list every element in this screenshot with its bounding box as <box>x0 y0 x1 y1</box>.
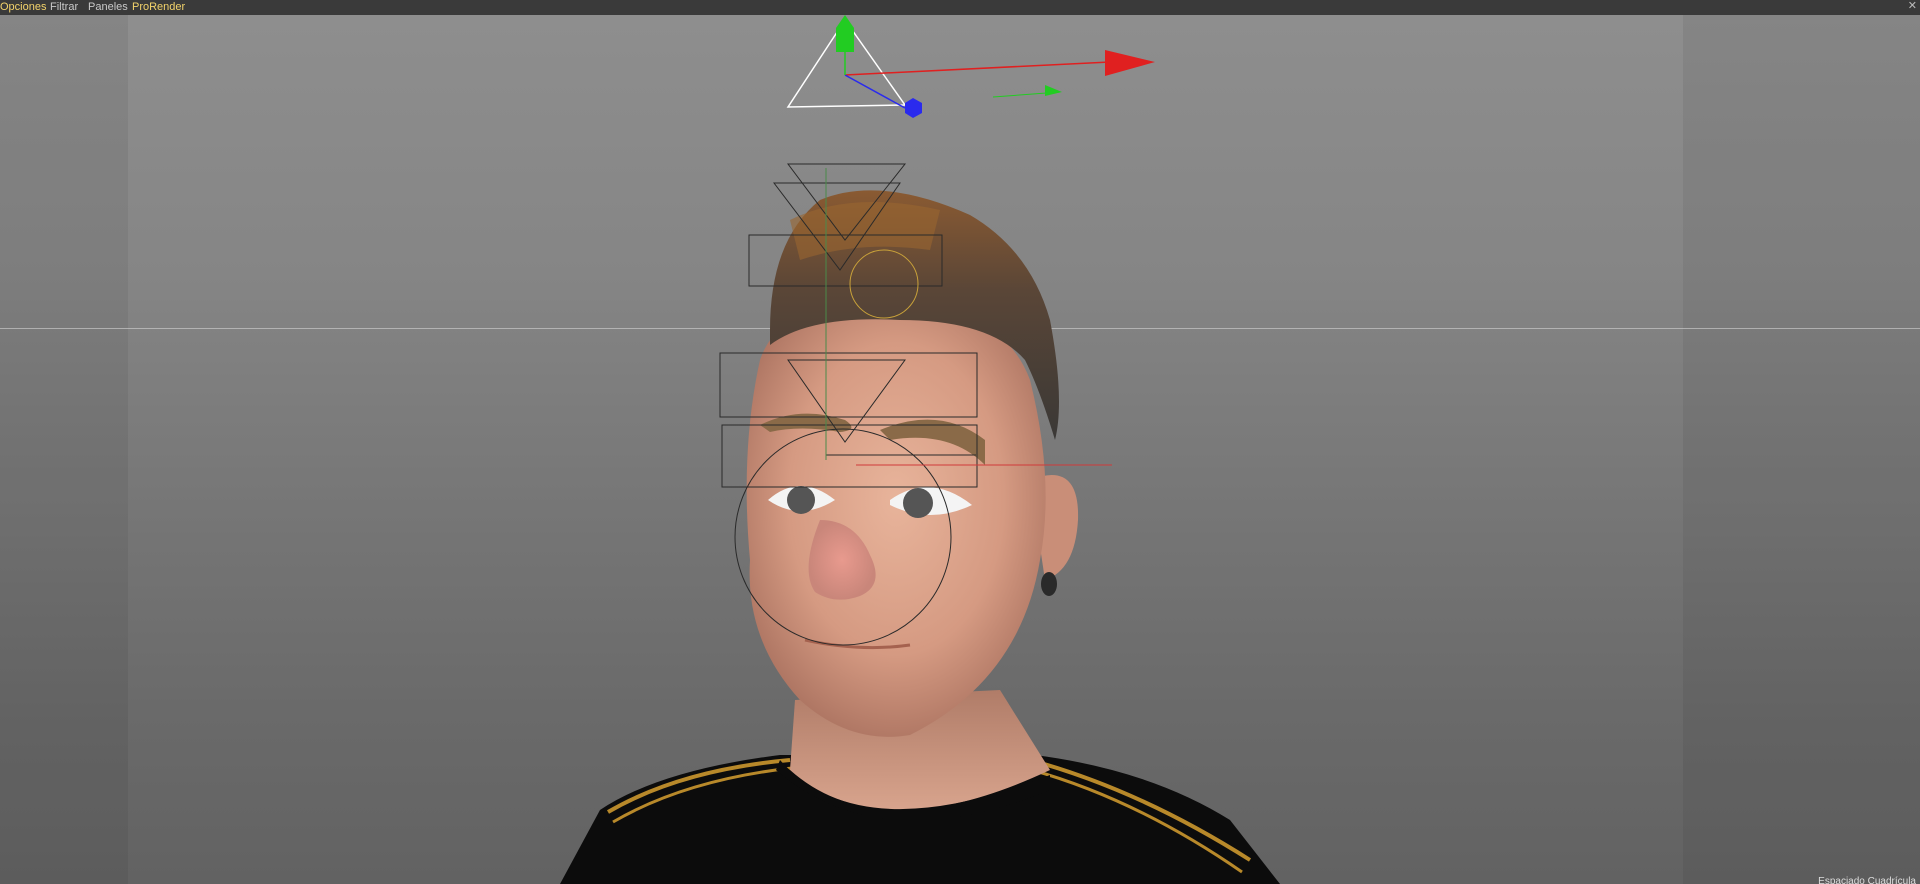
y-axis-arrow-icon <box>836 15 854 52</box>
transform-gizmo <box>786 15 1155 118</box>
menu-filtrar[interactable]: Filtrar <box>50 1 78 14</box>
menu-prorender[interactable]: ProRender <box>132 1 185 14</box>
z-axis-handle-icon <box>905 98 922 118</box>
x-axis-arrow-icon <box>1105 50 1155 76</box>
menu-paneles[interactable]: Paneles <box>88 1 128 14</box>
close-icon[interactable]: ✕ <box>1908 0 1917 13</box>
scene-render <box>560 15 1280 884</box>
status-text: Espaciado Cuadrícula <box>1818 876 1916 884</box>
3d-viewport[interactable]: Espaciado Cuadrícula <box>0 15 1920 884</box>
menu-opciones[interactable]: Opciones <box>0 1 46 14</box>
menu-bar: Opciones Filtrar Paneles ProRender ✕ <box>0 0 1920 16</box>
head <box>746 304 1046 737</box>
